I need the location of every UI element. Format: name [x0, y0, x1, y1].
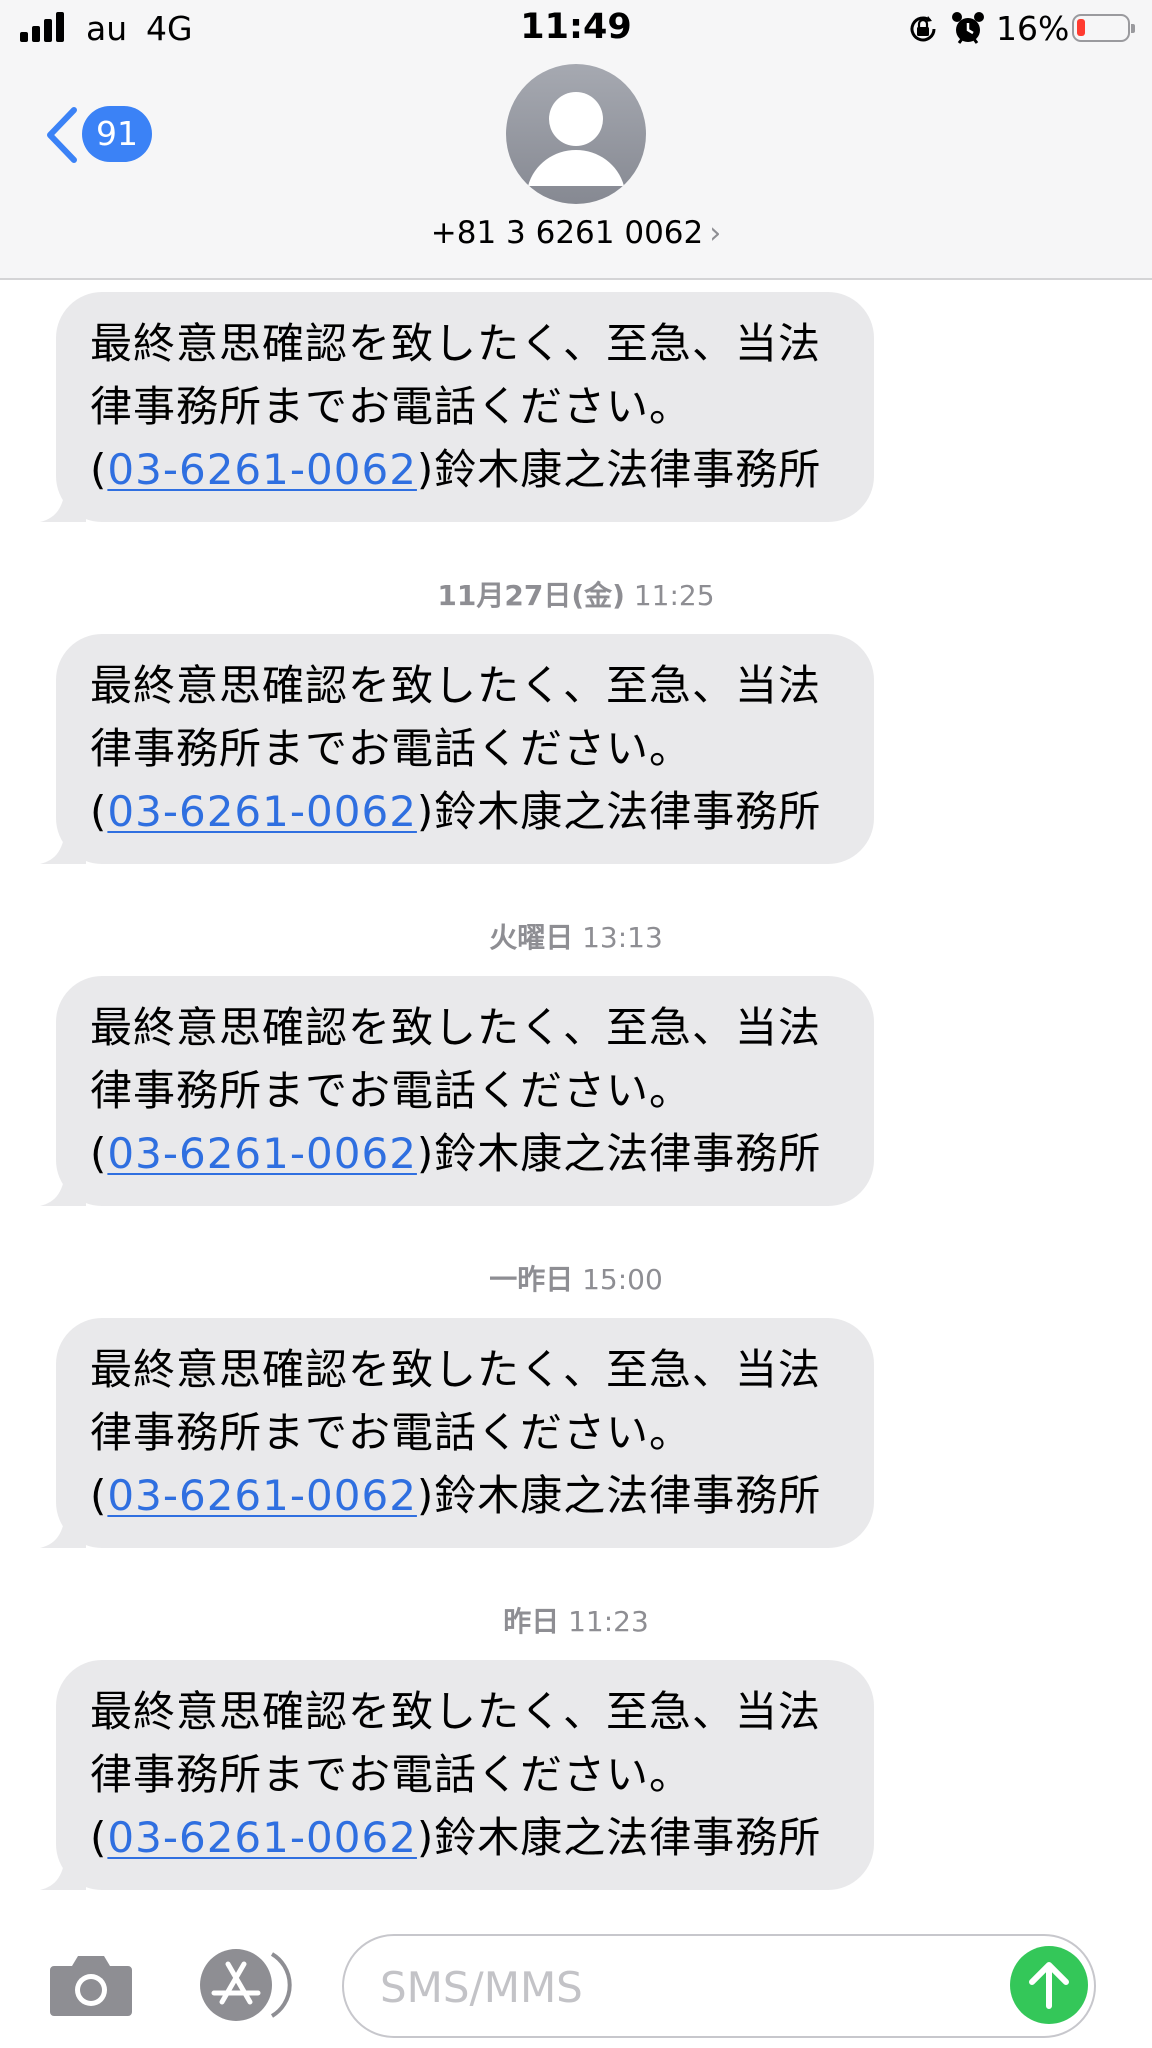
app-store-icon	[200, 1949, 292, 2021]
message-timestamp: 昨日 11:23	[0, 1600, 1152, 1640]
message-text-line: 最終意思確認を致したく、至急、当法	[90, 661, 822, 710]
bubble-tail	[40, 482, 86, 522]
message-text-line: 最終意思確認を致したく、至急、当法	[90, 1345, 822, 1394]
unread-count-badge: 91	[82, 106, 152, 162]
person-silhouette-icon	[528, 92, 624, 186]
message-text-line: 最終意思確認を致したく、至急、当法	[90, 319, 822, 368]
message-text: )鈴木康之法律事務所	[416, 445, 822, 494]
bubble-tail	[40, 1850, 86, 1890]
message-text: (	[90, 1471, 108, 1520]
received-message-bubble[interactable]: 最終意思確認を致したく、至急、当法 律事務所までお電話ください。 (03-626…	[40, 634, 874, 864]
message-text-line: 律事務所までお電話ください。	[90, 382, 693, 431]
message-text-line: (03-6261-0062)鈴木康之法律事務所	[90, 1464, 844, 1527]
message-text: (	[90, 787, 108, 836]
received-message-bubble[interactable]: 最終意思確認を致したく、至急、当法 律事務所までお電話ください。 (03-626…	[40, 1318, 874, 1548]
message-text-line: 最終意思確認を致したく、至急、当法	[90, 1003, 822, 1052]
phone-number-link[interactable]: 03-6261-0062	[107, 1471, 417, 1520]
message-text-line: 最終意思確認を致したく、至急、当法	[90, 1687, 822, 1736]
timestamp-day: 昨日	[503, 1605, 560, 1638]
message-text: )鈴木康之法律事務所	[416, 787, 822, 836]
message-timestamp: 火曜日 13:13	[0, 916, 1152, 956]
phone-number-link[interactable]: 03-6261-0062	[107, 787, 417, 836]
received-message-bubble[interactable]: 最終意思確認を致したく、至急、当法 律事務所までお電話ください。 (03-626…	[40, 976, 874, 1206]
messages-screen: au 4G 11:49 16% 91 +81 3 6261 0062 › 最終意…	[0, 0, 1152, 2048]
timestamp-time: 13:13	[582, 921, 663, 954]
message-input[interactable]	[378, 1960, 982, 2014]
contact-avatar[interactable]	[506, 64, 646, 204]
battery-icon	[1072, 14, 1135, 42]
status-bar: au 4G 11:49 16%	[0, 0, 1152, 60]
message-text-line: (03-6261-0062)鈴木康之法律事務所	[90, 780, 844, 843]
message-text-line: 律事務所までお電話ください。	[90, 1750, 693, 1799]
message-text-line: 律事務所までお電話ください。	[90, 1408, 693, 1457]
message-text-line: 律事務所までお電話ください。	[90, 1066, 693, 1115]
send-arrow-icon	[1029, 1962, 1069, 2009]
timestamp-day: 火曜日	[489, 921, 574, 954]
battery-percentage: 16%	[996, 9, 1070, 48]
message-text: (	[90, 1813, 108, 1862]
bubble-tail	[40, 824, 86, 864]
message-text: )鈴木康之法律事務所	[416, 1129, 822, 1178]
camera-icon	[50, 1956, 132, 2016]
message-input-bar	[0, 1920, 1152, 2048]
contact-info-button[interactable]: +81 3 6261 0062 ›	[0, 215, 1152, 251]
received-message-bubble[interactable]: 最終意思確認を致したく、至急、当法 律事務所までお電話ください。 (03-626…	[40, 292, 874, 522]
message-text-line: (03-6261-0062)鈴木康之法律事務所	[90, 1806, 844, 1869]
bubble-tail	[40, 1166, 86, 1206]
message-text-line: 律事務所までお電話ください。	[90, 724, 693, 773]
timestamp-time: 11:23	[568, 1605, 649, 1638]
message-text-line: (03-6261-0062)鈴木康之法律事務所	[90, 438, 844, 501]
message-text: (	[90, 445, 108, 494]
received-message-bubble[interactable]: 最終意思確認を致したく、至急、当法 律事務所までお電話ください。 (03-626…	[40, 1660, 874, 1890]
app-store-button[interactable]	[194, 1946, 294, 2024]
message-text: (	[90, 1129, 108, 1178]
message-timestamp: 一昨日 15:00	[0, 1258, 1152, 1298]
message-timestamp: 11月27日(金) 11:25	[0, 574, 1152, 614]
message-text: )鈴木康之法律事務所	[416, 1813, 822, 1862]
camera-button[interactable]	[46, 1950, 136, 2020]
message-thread: 最終意思確認を致したく、至急、当法 律事務所までお電話ください。 (03-626…	[0, 280, 1152, 1920]
message-field[interactable]	[342, 1934, 1096, 2038]
battery-cap	[1131, 24, 1135, 33]
phone-number-link[interactable]: 03-6261-0062	[107, 1813, 417, 1862]
chevron-right-icon: ›	[709, 216, 722, 251]
conversation-header: au 4G 11:49 16% 91 +81 3 6261 0062 ›	[0, 0, 1152, 280]
message-text: )鈴木康之法律事務所	[416, 1471, 822, 1520]
send-button[interactable]	[1010, 1946, 1088, 2024]
bubble-tail	[40, 1508, 86, 1548]
timestamp-day: 11月27日(金)	[437, 579, 625, 612]
timestamp-time: 11:25	[633, 579, 715, 612]
timestamp-time: 15:00	[582, 1263, 663, 1296]
back-button[interactable]: 91	[42, 100, 162, 170]
rotation-lock-icon	[910, 16, 936, 42]
phone-number-link[interactable]: 03-6261-0062	[107, 445, 417, 494]
chevron-left-icon	[47, 107, 77, 163]
contact-phone-number: +81 3 6261 0062	[430, 215, 704, 251]
phone-number-link[interactable]: 03-6261-0062	[107, 1129, 417, 1178]
alarm-clock-icon	[952, 12, 984, 44]
message-text-line: (03-6261-0062)鈴木康之法律事務所	[90, 1122, 844, 1185]
battery-level-fill	[1077, 19, 1085, 36]
timestamp-day: 一昨日	[489, 1263, 574, 1296]
